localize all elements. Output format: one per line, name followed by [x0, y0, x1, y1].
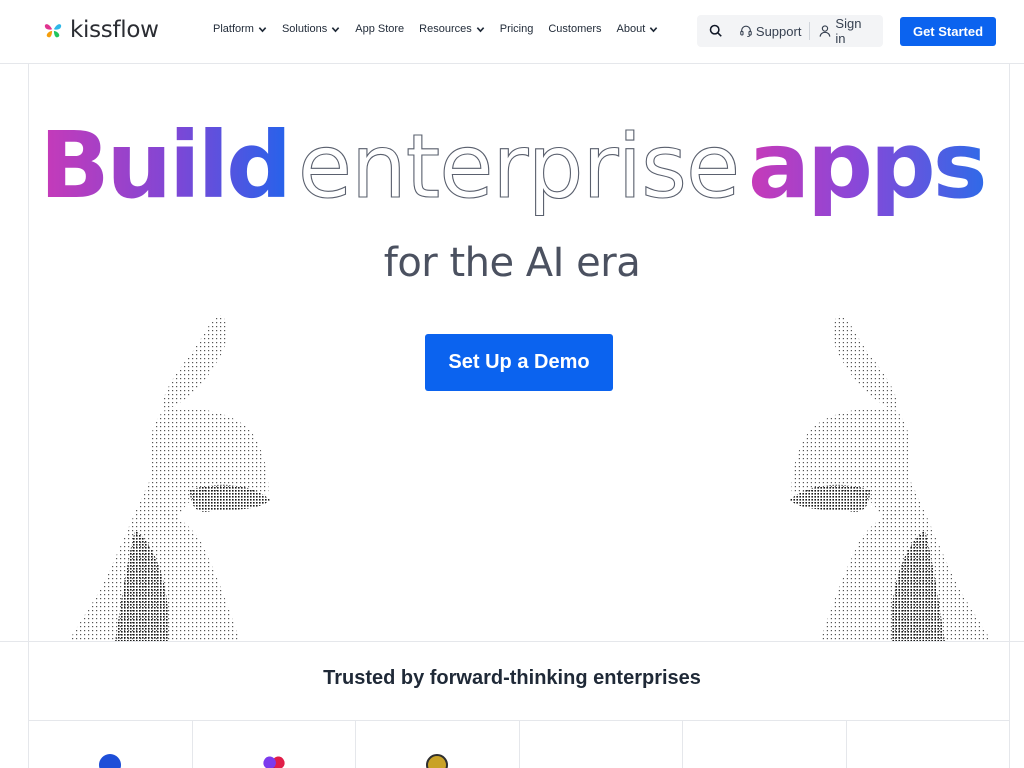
- hand-illustration-right: [790, 315, 992, 642]
- chevron-down-icon: [331, 26, 340, 32]
- customer-logo-cell: [847, 720, 1010, 768]
- user-icon: [820, 25, 831, 37]
- support-label: Support: [755, 23, 802, 39]
- customer-logo-cell: [683, 720, 847, 768]
- site-header: kissflow Platform Solutions App Store Re…: [0, 0, 1024, 64]
- get-started-button[interactable]: Get Started: [900, 17, 996, 46]
- nav-platform[interactable]: Platform: [213, 23, 267, 35]
- hero-title: Build enterprise apps: [0, 120, 1024, 212]
- nav-label: Platform: [213, 23, 254, 35]
- utility-bar: Support Sign in: [697, 15, 883, 47]
- signin-link[interactable]: Sign in: [810, 16, 883, 46]
- nav-label: Customers: [548, 23, 602, 35]
- customer-logo-blue-icon: [99, 754, 122, 768]
- hero-title-thin: enterprise: [297, 115, 740, 218]
- setup-demo-button[interactable]: Set Up a Demo: [425, 334, 613, 391]
- trusted-heading: Trusted by forward-thinking enterprises: [323, 667, 701, 689]
- chevron-down-icon: [650, 26, 658, 32]
- nav-label: Solutions: [281, 23, 328, 35]
- search-icon: [709, 24, 722, 37]
- nav-label: Resources: [419, 23, 472, 35]
- nav-about[interactable]: About: [617, 23, 659, 35]
- chevron-down-icon: [258, 26, 267, 32]
- butterfly-logo-icon: [44, 24, 62, 38]
- brand-logo[interactable]: kissflow: [42, 17, 159, 43]
- customer-logo-seal-icon: [426, 754, 449, 768]
- nav-label: App Store: [355, 23, 405, 35]
- nav-pricing[interactable]: Pricing: [500, 23, 534, 35]
- customer-logo-cell: [356, 720, 520, 768]
- main-nav: Platform Solutions App Store Resources P…: [213, 23, 658, 35]
- hero-title-bold-1: Build: [39, 112, 292, 219]
- nav-solutions[interactable]: Solutions: [282, 23, 340, 35]
- nav-resources[interactable]: Resources: [419, 23, 485, 35]
- signin-label: Sign in: [835, 16, 862, 46]
- headset-icon: [740, 25, 752, 37]
- hand-illustration-left: [68, 315, 270, 642]
- customer-logo-cell: [193, 720, 356, 768]
- nav-app-store[interactable]: App Store: [355, 23, 404, 35]
- nav-label: About: [616, 23, 646, 35]
- section-divider: [0, 641, 1024, 642]
- brand-name: kissflow: [70, 17, 159, 43]
- nav-customers[interactable]: Customers: [548, 23, 601, 35]
- chevron-down-icon: [476, 26, 484, 32]
- support-link[interactable]: Support: [731, 21, 810, 41]
- customer-logo-cluster-icon: [262, 754, 285, 768]
- nav-label: Pricing: [499, 23, 534, 35]
- search-button[interactable]: [701, 15, 731, 47]
- customer-logo-cell: [28, 720, 193, 768]
- customer-logos-row: [28, 720, 1010, 768]
- hero-title-bold-2: apps: [747, 112, 988, 219]
- customer-logo-cell: [520, 720, 683, 768]
- hero-subtitle: for the AI era: [383, 240, 641, 286]
